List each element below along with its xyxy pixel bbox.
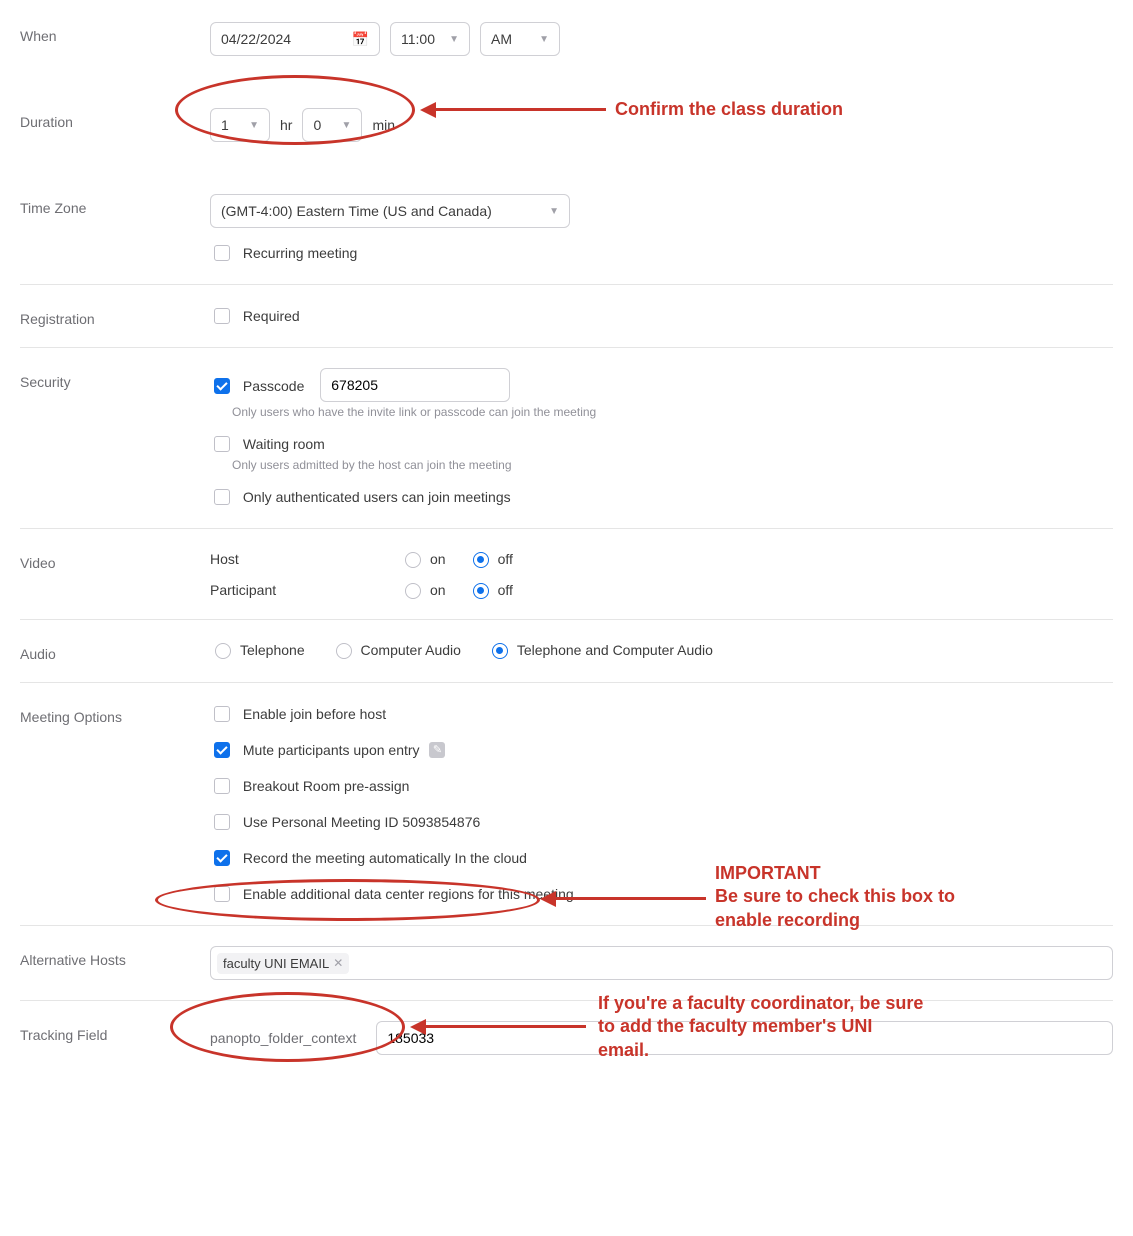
join-before-label: Enable join before host — [243, 706, 386, 722]
join-before-checkbox[interactable] — [214, 706, 230, 722]
chevron-down-icon: ▼ — [249, 120, 259, 131]
participant-on-radio[interactable] — [405, 583, 421, 599]
hour-select[interactable]: 1 ▼ — [210, 108, 270, 142]
row-timezone: Time Zone (GMT-4:00) Eastern Time (US an… — [20, 182, 1113, 276]
breakout-label: Breakout Room pre-assign — [243, 778, 410, 794]
ampm-value: AM — [491, 31, 512, 47]
divider — [20, 682, 1113, 683]
row-security: Security Passcode Only users who have th… — [20, 356, 1113, 520]
tracking-field-name: panopto_folder_context — [210, 1030, 356, 1046]
divider — [20, 619, 1113, 620]
record-checkbox[interactable] — [214, 850, 230, 866]
calendar-icon: 📅 — [352, 31, 369, 48]
label-audio: Audio — [20, 640, 210, 662]
row-meeting-options: Meeting Options Enable join before host … — [20, 691, 1113, 917]
alt-host-tag-text: faculty UNI EMAIL — [223, 956, 329, 971]
waiting-room-checkbox[interactable] — [214, 436, 230, 452]
timezone-select[interactable]: (GMT-4:00) Eastern Time (US and Canada) … — [210, 194, 570, 228]
both-audio-radio[interactable] — [492, 643, 508, 659]
computer-audio-label: Computer Audio — [361, 642, 461, 658]
date-value: 04/22/2024 — [221, 31, 291, 47]
chevron-down-icon: ▼ — [449, 34, 459, 45]
passcode-help: Only users who have the invite link or p… — [232, 405, 1113, 419]
label-timezone: Time Zone — [20, 194, 210, 216]
passcode-label: Passcode — [243, 378, 304, 394]
alt-host-tag: faculty UNI EMAIL ✕ — [217, 953, 349, 974]
time-select[interactable]: 11:00 ▼ — [390, 22, 470, 56]
pmi-checkbox[interactable] — [214, 814, 230, 830]
participant-label: Participant — [210, 582, 400, 598]
chevron-down-icon: ▼ — [342, 120, 352, 131]
passcode-input[interactable] — [320, 368, 510, 402]
alt-hosts-input[interactable]: faculty UNI EMAIL ✕ — [210, 946, 1113, 980]
ampm-select[interactable]: AM ▼ — [480, 22, 560, 56]
divider — [20, 528, 1113, 529]
both-audio-label: Telephone and Computer Audio — [517, 642, 713, 658]
host-off-radio[interactable] — [473, 552, 489, 568]
row-video: Video Host on off Participant on off — [20, 537, 1113, 611]
waiting-room-label: Waiting room — [243, 436, 325, 452]
divider — [20, 925, 1113, 926]
registration-required-label: Required — [243, 308, 300, 324]
tracking-value-input[interactable] — [376, 1021, 1113, 1055]
divider — [20, 1000, 1113, 1001]
participant-off-radio[interactable] — [473, 583, 489, 599]
divider — [20, 347, 1113, 348]
datacenter-label: Enable additional data center regions fo… — [243, 886, 574, 902]
registration-required-checkbox[interactable] — [214, 308, 230, 324]
record-label: Record the meeting automatically In the … — [243, 850, 527, 866]
hr-unit: hr — [280, 117, 292, 133]
host-on-label: on — [430, 551, 446, 567]
auth-users-label: Only authenticated users can join meetin… — [243, 489, 511, 505]
pmi-label: Use Personal Meeting ID 5093854876 — [243, 814, 480, 830]
participant-off-label: off — [498, 582, 513, 598]
waiting-room-help: Only users admitted by the host can join… — [232, 458, 1113, 472]
participant-on-label: on — [430, 582, 446, 598]
time-value: 11:00 — [401, 31, 435, 47]
timezone-value: (GMT-4:00) Eastern Time (US and Canada) — [221, 203, 492, 219]
recurring-label: Recurring meeting — [243, 245, 357, 261]
host-label: Host — [210, 551, 400, 567]
row-registration: Registration Required — [20, 293, 1113, 339]
breakout-checkbox[interactable] — [214, 778, 230, 794]
row-alt-hosts: Alternative Hosts faculty UNI EMAIL ✕ — [20, 934, 1113, 992]
label-registration: Registration — [20, 305, 210, 327]
datacenter-checkbox[interactable] — [214, 886, 230, 902]
host-off-label: off — [498, 551, 513, 567]
label-tracking: Tracking Field — [20, 1021, 210, 1043]
chevron-down-icon: ▼ — [539, 34, 549, 45]
label-meeting-options: Meeting Options — [20, 703, 210, 725]
telephone-label: Telephone — [240, 642, 305, 658]
label-when: When — [20, 22, 210, 44]
passcode-checkbox[interactable] — [214, 378, 230, 394]
remove-tag-icon[interactable]: ✕ — [333, 956, 343, 970]
hour-value: 1 — [221, 117, 229, 133]
row-when: When 04/22/2024 📅 11:00 ▼ AM ▼ — [20, 10, 1113, 68]
row-tracking: Tracking Field panopto_folder_context — [20, 1009, 1113, 1067]
mute-label: Mute participants upon entry — [243, 742, 420, 758]
label-video: Video — [20, 549, 210, 571]
minute-select[interactable]: 0 ▼ — [302, 108, 362, 142]
minute-value: 0 — [313, 117, 321, 133]
computer-audio-radio[interactable] — [336, 643, 352, 659]
host-on-radio[interactable] — [405, 552, 421, 568]
chevron-down-icon: ▼ — [549, 206, 559, 217]
min-unit: min — [372, 117, 395, 133]
recurring-checkbox[interactable] — [214, 245, 230, 261]
telephone-radio[interactable] — [215, 643, 231, 659]
label-security: Security — [20, 368, 210, 390]
auth-users-checkbox[interactable] — [214, 489, 230, 505]
label-duration: Duration — [20, 108, 210, 130]
row-duration: Duration 1 ▼ hr 0 ▼ min — [20, 68, 1113, 182]
row-audio: Audio Telephone Computer Audio Telephone… — [20, 628, 1113, 674]
info-icon[interactable]: ✎ — [429, 742, 445, 758]
label-alt-hosts: Alternative Hosts — [20, 946, 210, 968]
divider — [20, 284, 1113, 285]
date-picker[interactable]: 04/22/2024 📅 — [210, 22, 380, 56]
mute-checkbox[interactable] — [214, 742, 230, 758]
